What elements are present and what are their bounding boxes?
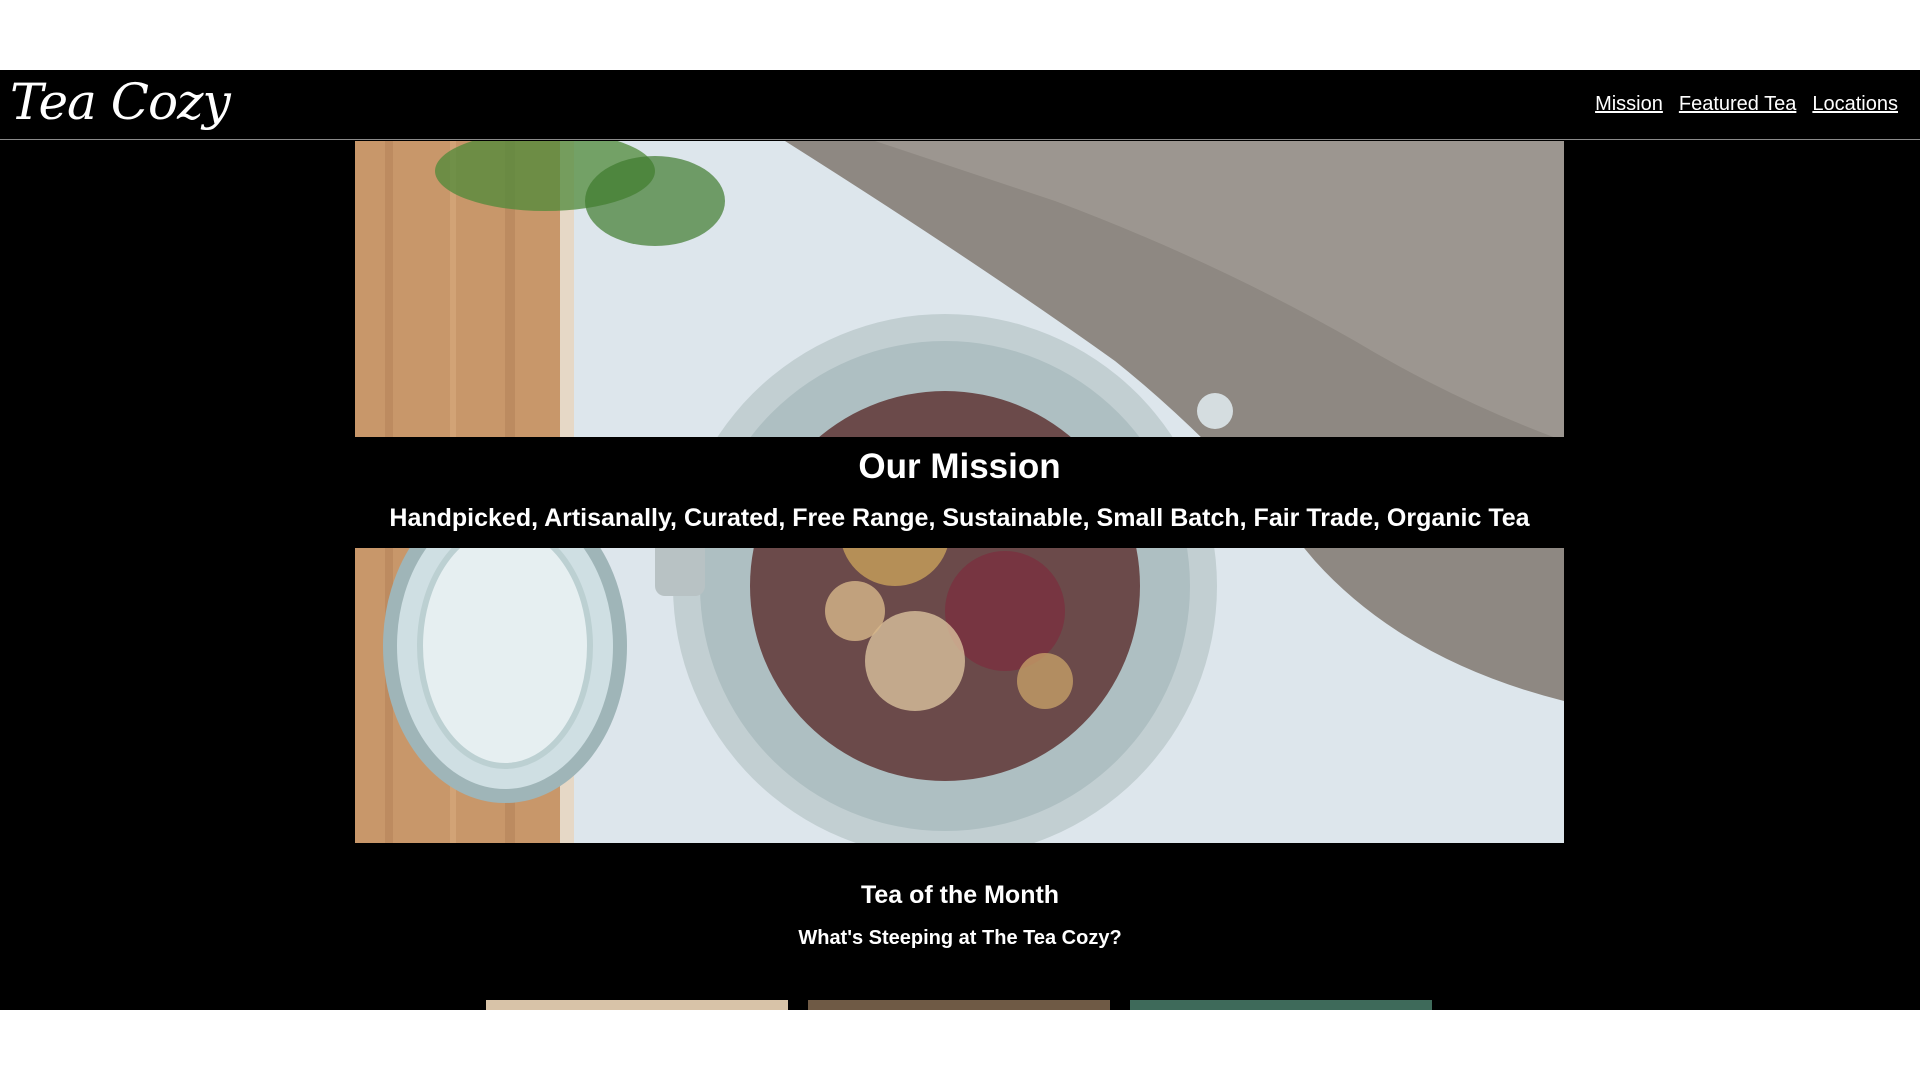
nav-links: Mission Featured Tea Locations <box>1595 92 1898 116</box>
tea-thumbnail-1[interactable] <box>486 1000 788 1010</box>
tea-thumbnail-3[interactable] <box>1130 1000 1432 1010</box>
nav-link-locations[interactable]: Locations <box>1812 92 1898 116</box>
top-navbar: Tea Cozy Mission Featured Tea Locations <box>0 70 1920 140</box>
mission-banner: Our Mission Handpicked, Artisanally, Cur… <box>355 437 1564 548</box>
logo[interactable]: Tea Cozy <box>10 74 231 130</box>
nav-link-mission[interactable]: Mission <box>1595 92 1663 116</box>
tea-cozy-page: Tea Cozy Mission Featured Tea Locations <box>0 70 1920 1010</box>
mission-title: Our Mission <box>858 447 1061 486</box>
tea-thumbnails <box>486 1000 1432 1010</box>
tea-of-the-month-section: Tea of the Month What's Steeping at The … <box>0 880 1920 950</box>
nav-link-featured-tea[interactable]: Featured Tea <box>1679 92 1797 116</box>
mission-subtitle: Handpicked, Artisanally, Curated, Free R… <box>389 504 1530 532</box>
tea-of-the-month-title: Tea of the Month <box>860 881 1060 909</box>
tea-thumbnail-2[interactable] <box>808 1000 1110 1010</box>
tea-of-the-month-subtitle: What's Steeping at The Tea Cozy? <box>798 927 1122 949</box>
